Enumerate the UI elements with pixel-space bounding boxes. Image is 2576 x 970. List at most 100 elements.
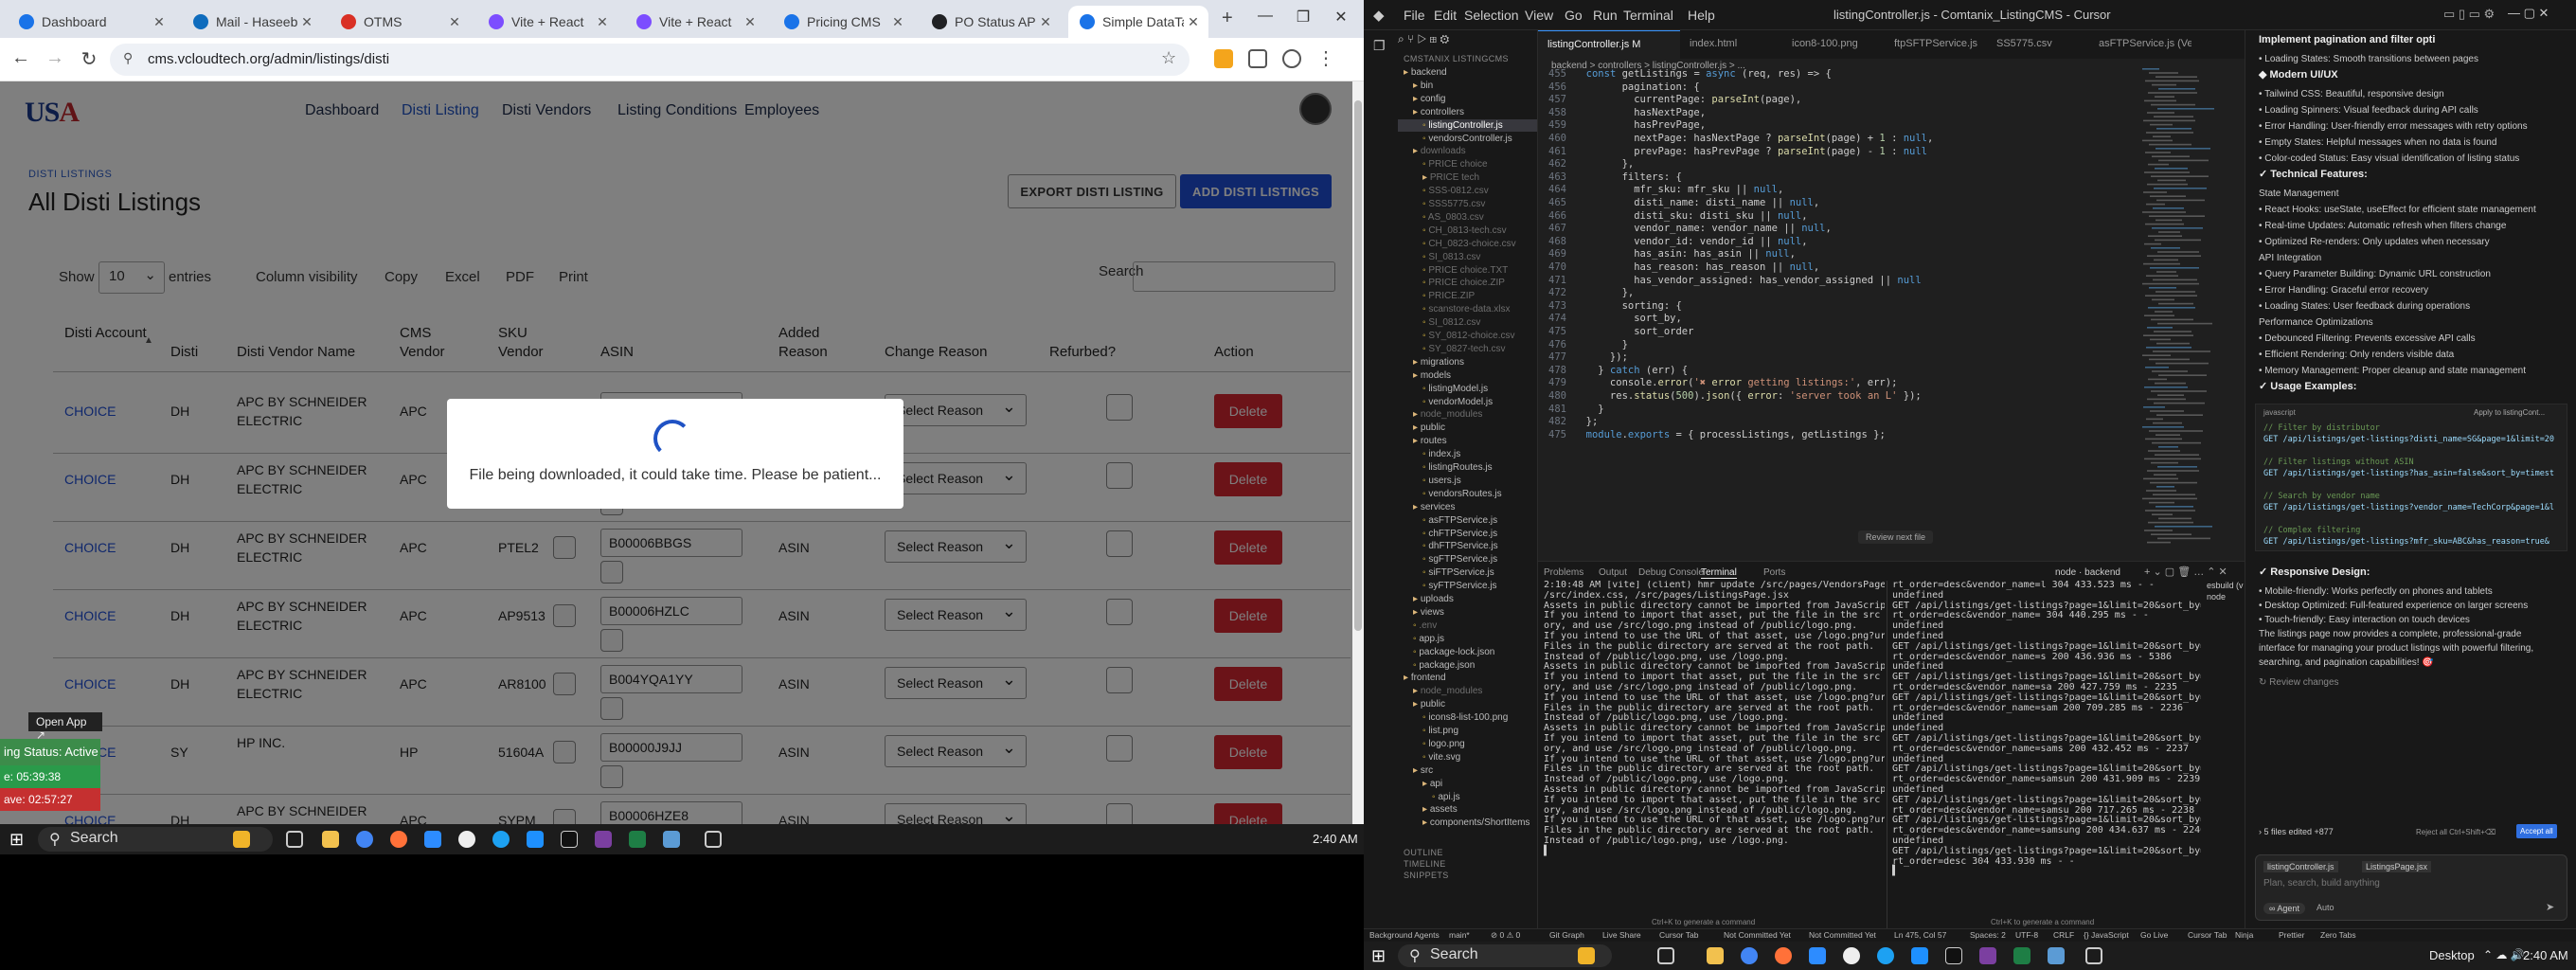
- desktop-label[interactable]: Desktop: [2429, 948, 2475, 962]
- statusbar-item[interactable]: Ln 475, Col 57: [1894, 930, 1946, 940]
- statusbar-item[interactable]: Cursor Tab: [2188, 930, 2227, 940]
- explorer-item[interactable]: ▸ components/ShortItems: [1398, 817, 1537, 829]
- app-icon-2[interactable]: [1877, 947, 1894, 964]
- explorer-item[interactable]: ◦ asFTPService.js: [1398, 514, 1537, 527]
- review-next-file-button[interactable]: Review next file: [1858, 530, 1934, 544]
- explorer-item[interactable]: ◦ sgFTPService.js: [1398, 553, 1537, 566]
- explorer-item[interactable]: ◦ logo.png: [1398, 738, 1537, 750]
- browser-tab[interactable]: Dashboard ✕: [8, 6, 174, 38]
- explorer-item[interactable]: ▸ api: [1398, 778, 1537, 790]
- tray-icons[interactable]: ⌃ ☁ 🔊: [2483, 948, 2525, 961]
- accept-all-button[interactable]: Accept all: [2516, 824, 2557, 838]
- explorer-item[interactable]: ◦ PRICE choice: [1398, 158, 1537, 171]
- close-tab-icon[interactable]: ✕: [297, 14, 316, 30]
- files-edited-summary[interactable]: › 5 files edited +877: [2259, 826, 2334, 838]
- explorer-item[interactable]: ◦ CH_0823-choice.csv: [1398, 238, 1537, 250]
- explorer-item[interactable]: ▸ services: [1398, 501, 1537, 513]
- menu-view[interactable]: View: [1525, 8, 1553, 23]
- explorer-item[interactable]: ◦ listingController.js: [1398, 118, 1537, 132]
- browser-tab[interactable]: Simple DataTa ✕: [1068, 6, 1208, 38]
- terminal-instance-esbuild[interactable]: esbuild (v: [2207, 581, 2244, 590]
- explorer-item[interactable]: ▸ uploads: [1398, 593, 1537, 605]
- editor-tab[interactable]: icon8-100.png: [1782, 30, 1885, 59]
- weather-icon[interactable]: [233, 831, 250, 848]
- panel-tab-debug-console[interactable]: Debug Console: [1638, 567, 1704, 578]
- windows-start-icon[interactable]: ⊞: [1371, 946, 1386, 966]
- model-select[interactable]: Auto: [2317, 903, 2334, 912]
- page-scrollbar[interactable]: [1352, 81, 1364, 824]
- close-tab-icon[interactable]: ✕: [1184, 14, 1203, 30]
- statusbar-item[interactable]: CRLF: [2053, 930, 2074, 940]
- snipping-icon[interactable]: [705, 831, 722, 848]
- taskbar-clock[interactable]: 2:40 AM: [2523, 948, 2568, 962]
- chat-messages[interactable]: Implement pagination and filter opti • Lo…: [2245, 30, 2576, 845]
- explorer-item[interactable]: ◦ SY_0827-tech.csv: [1398, 343, 1537, 355]
- explorer-item[interactable]: ◦ AS_0803.csv: [1398, 211, 1537, 224]
- explorer-section-snippets[interactable]: SNIPPETS: [1404, 870, 1449, 882]
- site-info-icon[interactable]: ⚲: [123, 50, 133, 66]
- back-icon[interactable]: ←: [8, 47, 34, 69]
- browser-tab[interactable]: Pricing CMS ✕: [773, 6, 913, 38]
- forward-icon[interactable]: →: [42, 47, 68, 69]
- extensions-puzzle-icon[interactable]: [1248, 49, 1267, 68]
- explorer-item[interactable]: ◦ package-lock.json: [1398, 646, 1537, 658]
- windows-start-icon[interactable]: ⊞: [9, 830, 24, 850]
- chat-input[interactable]: listingController.js ListingsPage.jsx Pl…: [2255, 854, 2567, 921]
- statusbar-item[interactable]: Git Graph: [1549, 930, 1584, 940]
- explorer-item[interactable]: ◦ PRICE choice.TXT: [1398, 264, 1537, 277]
- close-window-icon[interactable]: ✕: [1322, 8, 1360, 27]
- cursor-app-icon[interactable]: [1945, 947, 1962, 964]
- editor-tab[interactable]: listingController.js M: [1538, 30, 1680, 59]
- excel-icon[interactable]: [2013, 947, 2030, 964]
- explorer-item[interactable]: ◦ icons8-list-100.png: [1398, 711, 1537, 724]
- menu-file[interactable]: File: [1404, 8, 1425, 23]
- explorer-item[interactable]: ▸ bin: [1398, 80, 1537, 92]
- menu-selection[interactable]: Selection: [1464, 8, 1519, 23]
- explorer-item[interactable]: ▸ node_modules: [1398, 408, 1537, 421]
- chat-code-block[interactable]: javascript Apply to listingCont... // Filt…: [2255, 404, 2567, 551]
- app-icon-1[interactable]: [1843, 947, 1860, 964]
- explorer-item[interactable]: ◦ chFTPService.js: [1398, 528, 1537, 540]
- menu-edit[interactable]: Edit: [1434, 8, 1457, 23]
- statusbar-item[interactable]: ⊘ 0 ⚠ 0: [1491, 930, 1520, 941]
- app-icon-3[interactable]: [527, 831, 544, 848]
- statusbar-item[interactable]: Zero Tabs: [2320, 930, 2356, 940]
- file-explorer-icon[interactable]: [322, 831, 339, 848]
- explorer-item[interactable]: ◦ SY_0812-choice.csv: [1398, 330, 1537, 342]
- panel-tab-terminal[interactable]: Terminal: [1701, 567, 1737, 579]
- zoom-icon[interactable]: [1809, 947, 1826, 964]
- chat-context-file-2[interactable]: ListingsPage.jsx: [2362, 861, 2432, 872]
- explorer-item[interactable]: ◦ vendorModel.js: [1398, 396, 1537, 408]
- statusbar-item[interactable]: Live Share: [1602, 930, 1641, 940]
- terminal-instance-node[interactable]: node: [2207, 592, 2226, 602]
- explorer-item[interactable]: ◦ listingRoutes.js: [1398, 461, 1537, 474]
- explorer-item[interactable]: ▸ controllers: [1398, 106, 1537, 118]
- review-changes-link[interactable]: ↻ Review changes: [2259, 676, 2339, 689]
- explorer-item[interactable]: ◦ users.js: [1398, 475, 1537, 487]
- explorer-item[interactable]: ◦ CH_0813-tech.csv: [1398, 225, 1537, 237]
- scrollbar-thumb[interactable]: [1354, 100, 1362, 631]
- send-icon[interactable]: ➤: [2546, 901, 2554, 913]
- explorer-toolbar-icons[interactable]: ⌕ ⑂ ▷ ⊞ ⚙: [1398, 32, 1449, 46]
- snipping-icon[interactable]: [2085, 947, 2102, 964]
- minimap[interactable]: [2142, 68, 2218, 561]
- explorer-item[interactable]: ◦ SI_0813.csv: [1398, 251, 1537, 263]
- extension-icon[interactable]: [1214, 49, 1233, 68]
- explorer-item[interactable]: ◦ app.js: [1398, 633, 1537, 645]
- statusbar-item[interactable]: Spaces: 2: [1970, 930, 2006, 940]
- explorer-item[interactable]: ◦ listingModel.js: [1398, 383, 1537, 395]
- weather-icon[interactable]: [1578, 947, 1595, 964]
- explorer-item[interactable]: ▸ frontend: [1398, 672, 1537, 684]
- open-app-button[interactable]: Open App ↗: [28, 712, 102, 742]
- taskbar-clock[interactable]: 2:40 AM: [1313, 832, 1358, 846]
- explorer-item[interactable]: ▸ backend: [1398, 66, 1537, 79]
- editor-tab[interactable]: SS5775.csv: [1987, 30, 2089, 59]
- statusbar-item[interactable]: Ninja: [2235, 930, 2253, 940]
- app-icon-1[interactable]: [458, 831, 475, 848]
- explorer-item[interactable]: ◦ PRICE.ZIP: [1398, 290, 1537, 302]
- app-icon-4[interactable]: [663, 831, 680, 848]
- statusbar-item[interactable]: UTF-8: [2015, 930, 2038, 940]
- new-tab-button[interactable]: +: [1222, 8, 1233, 29]
- menu-help[interactable]: Help: [1688, 8, 1715, 23]
- close-tab-icon[interactable]: ✕: [1036, 14, 1055, 30]
